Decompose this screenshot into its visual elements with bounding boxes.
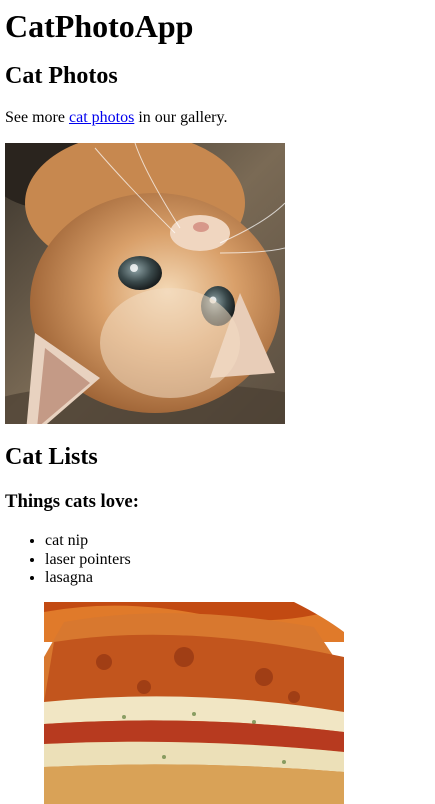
app-title: CatPhotoApp [5, 8, 194, 44]
cat-lists-heading: Cat Lists [5, 444, 98, 470]
cat-photos-heading: Cat Photos [5, 63, 118, 89]
intro-text-before: See more [5, 109, 69, 126]
intro-text-after: in our gallery. [134, 109, 228, 126]
lasagna-image [44, 602, 344, 804]
list-item: lasagna [45, 569, 131, 588]
list-item: cat nip [45, 532, 131, 551]
things-cats-love-heading: Things cats love: [5, 491, 139, 512]
gallery-intro-text: See more cat photos in our gallery. [5, 108, 227, 128]
cat-illustration [5, 143, 285, 424]
cat-photos-link[interactable]: cat photos [69, 109, 134, 126]
cat-photo-image[interactable] [5, 143, 285, 424]
things-cats-love-list: cat nip laser pointers lasagna [5, 532, 131, 588]
list-item: laser pointers [45, 551, 131, 570]
lasagna-illustration [44, 602, 344, 804]
